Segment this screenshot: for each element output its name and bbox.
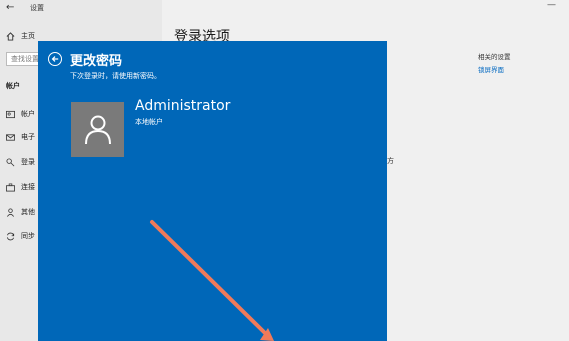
sidebar-item-other[interactable]: 其他 bbox=[6, 206, 35, 218]
lock-screen-link[interactable]: 锁屏界面 bbox=[478, 64, 504, 74]
sidebar-item-signin[interactable]: 登录 bbox=[6, 156, 35, 168]
mail-icon bbox=[6, 133, 15, 142]
sidebar-item-work[interactable]: 连接 bbox=[6, 181, 35, 193]
sidebar-item-label: 同步 bbox=[21, 232, 35, 240]
briefcase-icon bbox=[6, 183, 15, 192]
related-settings-title: 相关的设置 bbox=[478, 53, 511, 61]
sync-icon bbox=[6, 232, 15, 241]
sidebar-item-label: 登录 bbox=[21, 158, 35, 166]
change-password-dialog: 更改密码 下次登录时，请使用新密码。 Administrator 本地帐户 bbox=[38, 41, 387, 341]
window-title: 设置 bbox=[30, 4, 44, 12]
sidebar-item-accounts[interactable]: 帐户 bbox=[6, 108, 35, 120]
sidebar-item-label: 主页 bbox=[21, 32, 35, 40]
partial-text: 方 bbox=[387, 157, 394, 165]
sidebar-item-sync[interactable]: 同步 bbox=[6, 230, 35, 242]
account-type: 本地帐户 bbox=[135, 118, 163, 126]
sidebar-item-home[interactable]: 主页 bbox=[6, 30, 35, 42]
minimize-button[interactable]: — bbox=[547, 0, 556, 10]
person-card-icon bbox=[6, 110, 15, 119]
home-icon bbox=[6, 31, 15, 41]
back-arrow-icon bbox=[51, 56, 59, 62]
key-icon bbox=[6, 157, 15, 167]
user-name: Administrator bbox=[135, 98, 231, 114]
sidebar-item-email[interactable]: 电子 bbox=[6, 131, 35, 143]
avatar bbox=[71, 102, 124, 157]
sidebar-item-label: 其他 bbox=[21, 208, 35, 216]
dialog-title: 更改密码 bbox=[70, 54, 123, 69]
sidebar-section-label: 帐户 bbox=[6, 82, 20, 90]
dialog-subtitle: 下次登录时，请使用新密码。 bbox=[70, 72, 161, 80]
people-icon bbox=[6, 207, 15, 217]
user-icon bbox=[84, 115, 111, 144]
sidebar-item-label: 帐户 bbox=[21, 110, 35, 118]
sidebar-item-label: 电子 bbox=[21, 133, 35, 141]
back-arrow-icon[interactable]: ← bbox=[6, 2, 14, 13]
dialog-back-button[interactable] bbox=[48, 52, 62, 66]
sidebar-item-label: 连接 bbox=[21, 183, 35, 191]
